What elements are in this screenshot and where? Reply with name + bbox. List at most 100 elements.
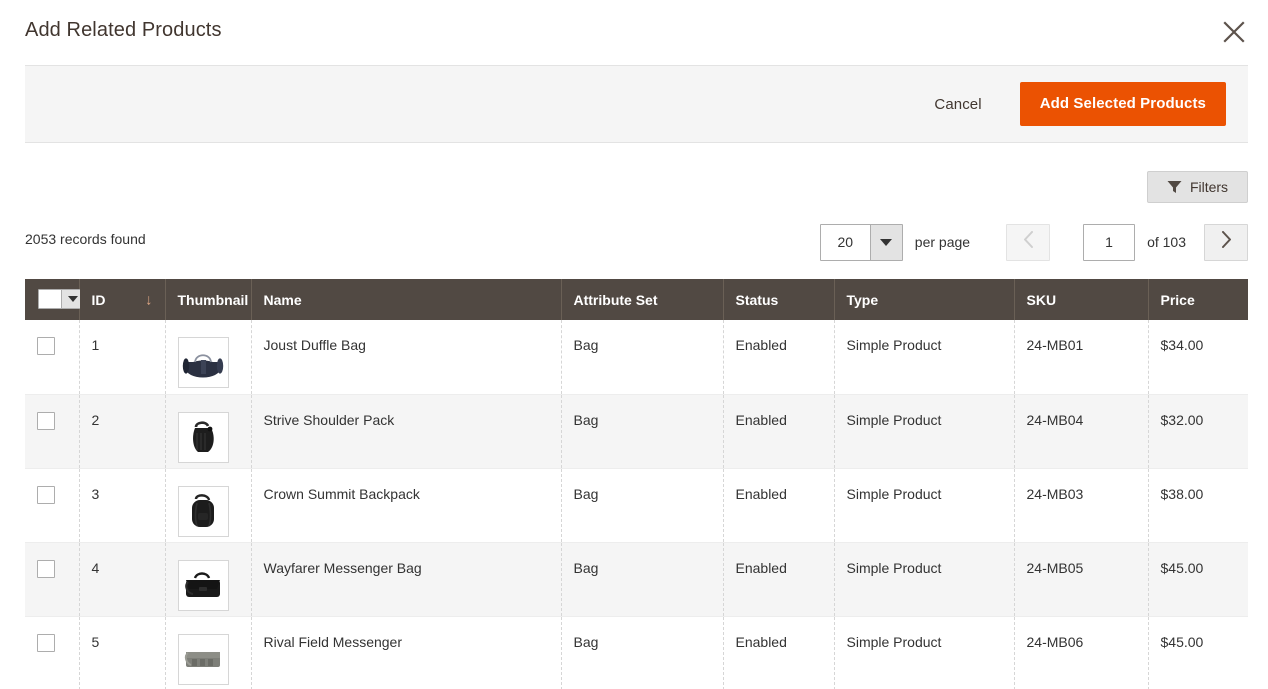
column-header-id-label: ID: [92, 292, 106, 308]
add-related-products-modal: Add Related Products Cancel Add Selected…: [0, 0, 1268, 689]
arrow-down-icon: ↓: [145, 292, 153, 307]
records-found-label: 2053 records found: [25, 231, 146, 247]
chevron-down-icon[interactable]: [870, 225, 902, 260]
table-row[interactable]: 3 Crown Summit Backpack: [25, 468, 1248, 542]
cell-status: Enabled: [723, 320, 834, 394]
column-header-sku[interactable]: SKU: [1014, 279, 1148, 320]
row-checkbox[interactable]: [37, 486, 55, 504]
column-header-id[interactable]: ID ↓: [79, 279, 165, 320]
filters-button[interactable]: Filters: [1147, 171, 1248, 203]
select-all-checkbox[interactable]: [38, 289, 84, 309]
column-header-select-all: [25, 279, 79, 320]
cell-price: $45.00: [1148, 542, 1248, 616]
cell-sku: 24-MB06: [1014, 616, 1148, 689]
products-grid: ID ↓ Thumbnail Name Attribute Set Status…: [25, 279, 1248, 689]
row-checkbox-cell[interactable]: [25, 616, 79, 689]
cell-thumbnail: [165, 616, 251, 689]
shoulder-pack-thumbnail: [178, 412, 229, 463]
row-checkbox-cell[interactable]: [25, 394, 79, 468]
products-grid-container: ID ↓ Thumbnail Name Attribute Set Status…: [25, 279, 1248, 689]
messenger-bag-thumbnail: [178, 560, 229, 611]
per-page-select[interactable]: 20: [820, 224, 903, 261]
per-page-value: 20: [821, 225, 870, 260]
column-header-type[interactable]: Type: [834, 279, 1014, 320]
cell-attribute-set: Bag: [561, 320, 723, 394]
cell-type: Simple Product: [834, 542, 1014, 616]
modal-action-bar: Cancel Add Selected Products: [25, 65, 1248, 143]
cell-type: Simple Product: [834, 616, 1014, 689]
grid-toolbar: 2053 records found 20 per page of 103: [25, 214, 1248, 269]
select-all-box[interactable]: [39, 290, 61, 308]
cell-name[interactable]: Wayfarer Messenger Bag: [251, 542, 561, 616]
column-header-attribute-set[interactable]: Attribute Set: [561, 279, 723, 320]
cell-id: 1: [79, 320, 165, 394]
cell-sku: 24-MB04: [1014, 394, 1148, 468]
row-checkbox[interactable]: [37, 560, 55, 578]
cell-id: 5: [79, 616, 165, 689]
total-pages-label: of 103: [1147, 234, 1186, 250]
backpack-thumbnail: [178, 486, 229, 537]
cell-thumbnail: [165, 542, 251, 616]
cancel-button[interactable]: Cancel: [920, 88, 995, 121]
cell-thumbnail: [165, 394, 251, 468]
cell-price: $34.00: [1148, 320, 1248, 394]
table-row[interactable]: 4 Wayfarer Messenger Bag: [25, 542, 1248, 616]
cell-id: 4: [79, 542, 165, 616]
cell-status: Enabled: [723, 394, 834, 468]
cell-thumbnail: [165, 468, 251, 542]
cell-name[interactable]: Rival Field Messenger: [251, 616, 561, 689]
chevron-left-icon: [1023, 231, 1034, 253]
column-header-status[interactable]: Status: [723, 279, 834, 320]
table-row[interactable]: 2 Strive Shoulder Pack Bag: [25, 394, 1248, 468]
chevron-right-icon: [1221, 231, 1232, 253]
cell-id: 3: [79, 468, 165, 542]
table-row[interactable]: 5 Rival Fi: [25, 616, 1248, 689]
column-header-price[interactable]: Price: [1148, 279, 1248, 320]
cell-id: 2: [79, 394, 165, 468]
cell-name[interactable]: Strive Shoulder Pack: [251, 394, 561, 468]
row-checkbox-cell[interactable]: [25, 320, 79, 394]
cell-name[interactable]: Joust Duffle Bag: [251, 320, 561, 394]
field-messenger-thumbnail: [178, 634, 229, 685]
cell-type: Simple Product: [834, 468, 1014, 542]
cell-status: Enabled: [723, 542, 834, 616]
current-page-input[interactable]: [1083, 224, 1135, 261]
cell-attribute-set: Bag: [561, 542, 723, 616]
filters-row: Filters: [25, 143, 1248, 205]
cell-type: Simple Product: [834, 394, 1014, 468]
cell-name[interactable]: Crown Summit Backpack: [251, 468, 561, 542]
page-title: Add Related Products: [25, 19, 222, 42]
table-row[interactable]: 1 Joust Du: [25, 320, 1248, 394]
row-checkbox-cell[interactable]: [25, 542, 79, 616]
duffle-bag-thumbnail: [178, 337, 229, 388]
cell-sku: 24-MB01: [1014, 320, 1148, 394]
column-header-thumbnail[interactable]: Thumbnail: [165, 279, 251, 320]
cell-sku: 24-MB03: [1014, 468, 1148, 542]
cell-attribute-set: Bag: [561, 394, 723, 468]
cell-sku: 24-MB05: [1014, 542, 1148, 616]
cell-thumbnail: [165, 320, 251, 394]
funnel-icon: [1167, 180, 1182, 194]
cell-attribute-set: Bag: [561, 616, 723, 689]
cell-price: $38.00: [1148, 468, 1248, 542]
row-checkbox[interactable]: [37, 634, 55, 652]
cell-status: Enabled: [723, 468, 834, 542]
row-checkbox-cell[interactable]: [25, 468, 79, 542]
close-icon[interactable]: [1218, 16, 1250, 48]
column-header-name[interactable]: Name: [251, 279, 561, 320]
pagination-controls: 20 per page of 103: [820, 223, 1248, 261]
add-selected-products-button[interactable]: Add Selected Products: [1020, 82, 1226, 126]
products-grid-body: 1 Joust Du: [25, 320, 1248, 689]
cell-price: $45.00: [1148, 616, 1248, 689]
cell-status: Enabled: [723, 616, 834, 689]
next-page-button[interactable]: [1204, 224, 1248, 261]
row-checkbox[interactable]: [37, 337, 55, 355]
per-page-label: per page: [915, 234, 970, 250]
cell-type: Simple Product: [834, 320, 1014, 394]
previous-page-button: [1006, 224, 1050, 261]
table-header-row: ID ↓ Thumbnail Name Attribute Set Status…: [25, 279, 1248, 320]
filters-button-label: Filters: [1190, 179, 1228, 195]
row-checkbox[interactable]: [37, 412, 55, 430]
cell-price: $32.00: [1148, 394, 1248, 468]
cell-attribute-set: Bag: [561, 468, 723, 542]
